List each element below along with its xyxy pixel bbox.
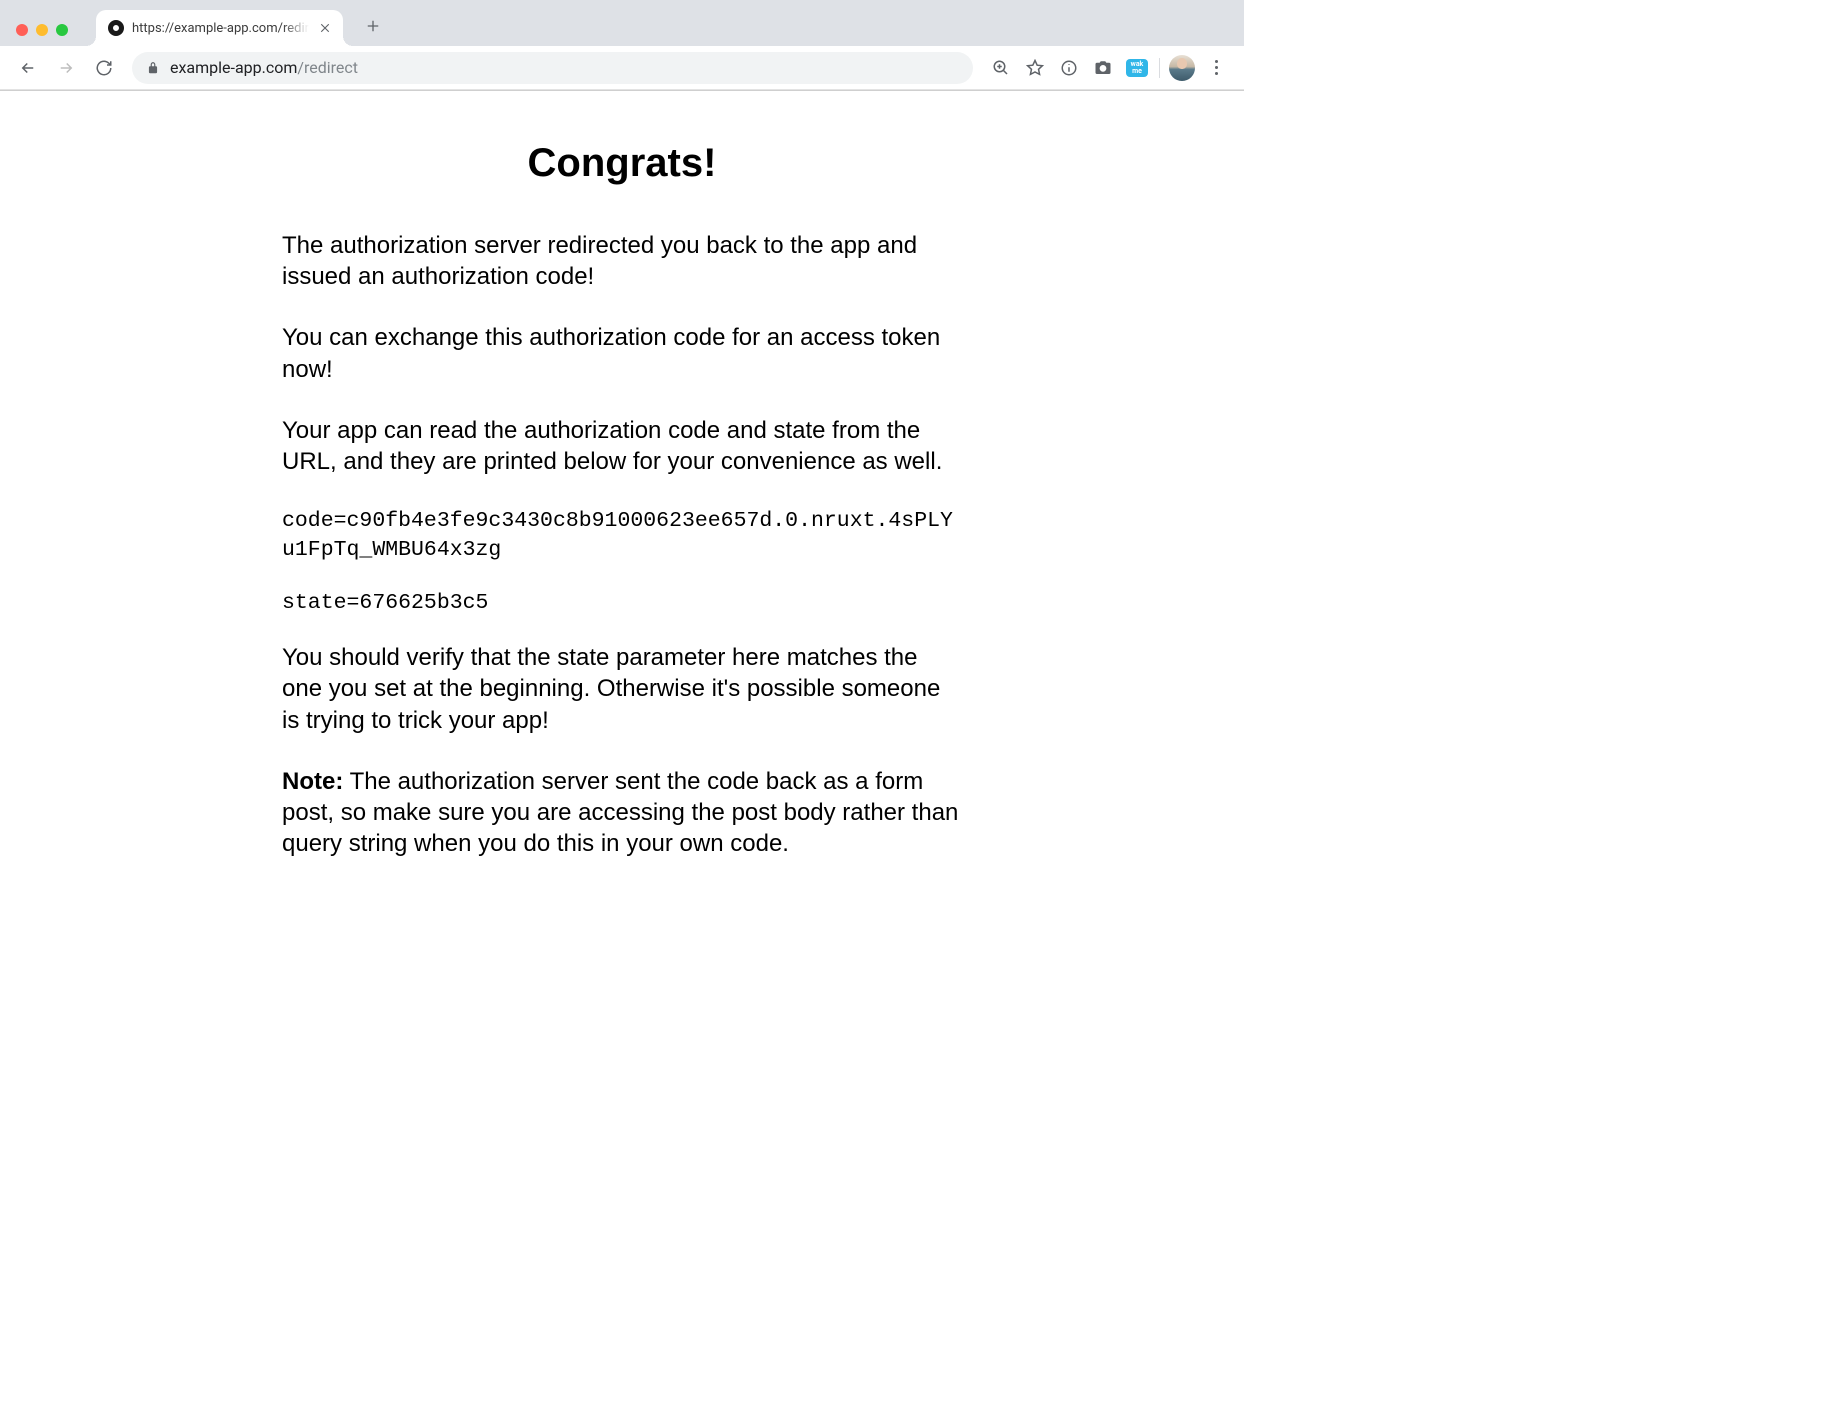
new-tab-button[interactable] — [361, 14, 385, 38]
tab-favicon — [108, 20, 124, 36]
toolbar-right: wak me — [985, 52, 1232, 84]
page-heading: Congrats! — [282, 141, 962, 186]
state-value: state=676625b3c5 — [282, 589, 962, 618]
window-minimize-button[interactable] — [36, 24, 48, 36]
url-path: /redirect — [297, 58, 358, 77]
zoom-icon[interactable] — [985, 52, 1017, 84]
paragraph-verify: You should verify that the state paramet… — [282, 642, 962, 736]
url-host: example-app.com — [170, 58, 297, 77]
window-maximize-button[interactable] — [56, 24, 68, 36]
profile-avatar[interactable] — [1166, 52, 1198, 84]
url-text: example-app.com/redirect — [170, 58, 959, 77]
forward-button[interactable] — [50, 52, 82, 84]
menu-button[interactable] — [1200, 52, 1232, 84]
walkme-extension-icon[interactable]: wak me — [1121, 52, 1153, 84]
note-label: Note: — [282, 768, 343, 795]
info-icon[interactable] — [1053, 52, 1085, 84]
note-text: The authorization server sent the code b… — [282, 768, 958, 857]
tab-bar: https://example-app.com/redir — [0, 0, 1244, 46]
back-button[interactable] — [12, 52, 44, 84]
reload-button[interactable] — [88, 52, 120, 84]
paragraph-read-code: Your app can read the authorization code… — [282, 415, 962, 477]
browser-chrome: https://example-app.com/redir example-ap… — [0, 0, 1244, 91]
content-wrapper: Congrats! The authorization server redir… — [282, 141, 962, 889]
page-content: Congrats! The authorization server redir… — [0, 91, 1244, 939]
window-close-button[interactable] — [16, 24, 28, 36]
tab-title: https://example-app.com/redir — [132, 21, 309, 36]
window-controls — [10, 24, 78, 46]
lock-icon — [146, 61, 160, 75]
address-bar[interactable]: example-app.com/redirect — [132, 52, 973, 84]
code-value: code=c90fb4e3fe9c3430c8b91000623ee657d.0… — [282, 507, 962, 565]
paragraph-exchange: You can exchange this authorization code… — [282, 322, 962, 384]
browser-tab[interactable]: https://example-app.com/redir — [96, 10, 343, 46]
bookmark-star-icon[interactable] — [1019, 52, 1051, 84]
toolbar-divider — [1159, 58, 1160, 78]
tab-close-button[interactable] — [317, 20, 333, 36]
paragraph-note: Note: The authorization server sent the … — [282, 766, 962, 860]
toolbar: example-app.com/redirect wak me — [0, 46, 1244, 90]
camera-icon[interactable] — [1087, 52, 1119, 84]
paragraph-intro: The authorization server redirected you … — [282, 230, 962, 292]
